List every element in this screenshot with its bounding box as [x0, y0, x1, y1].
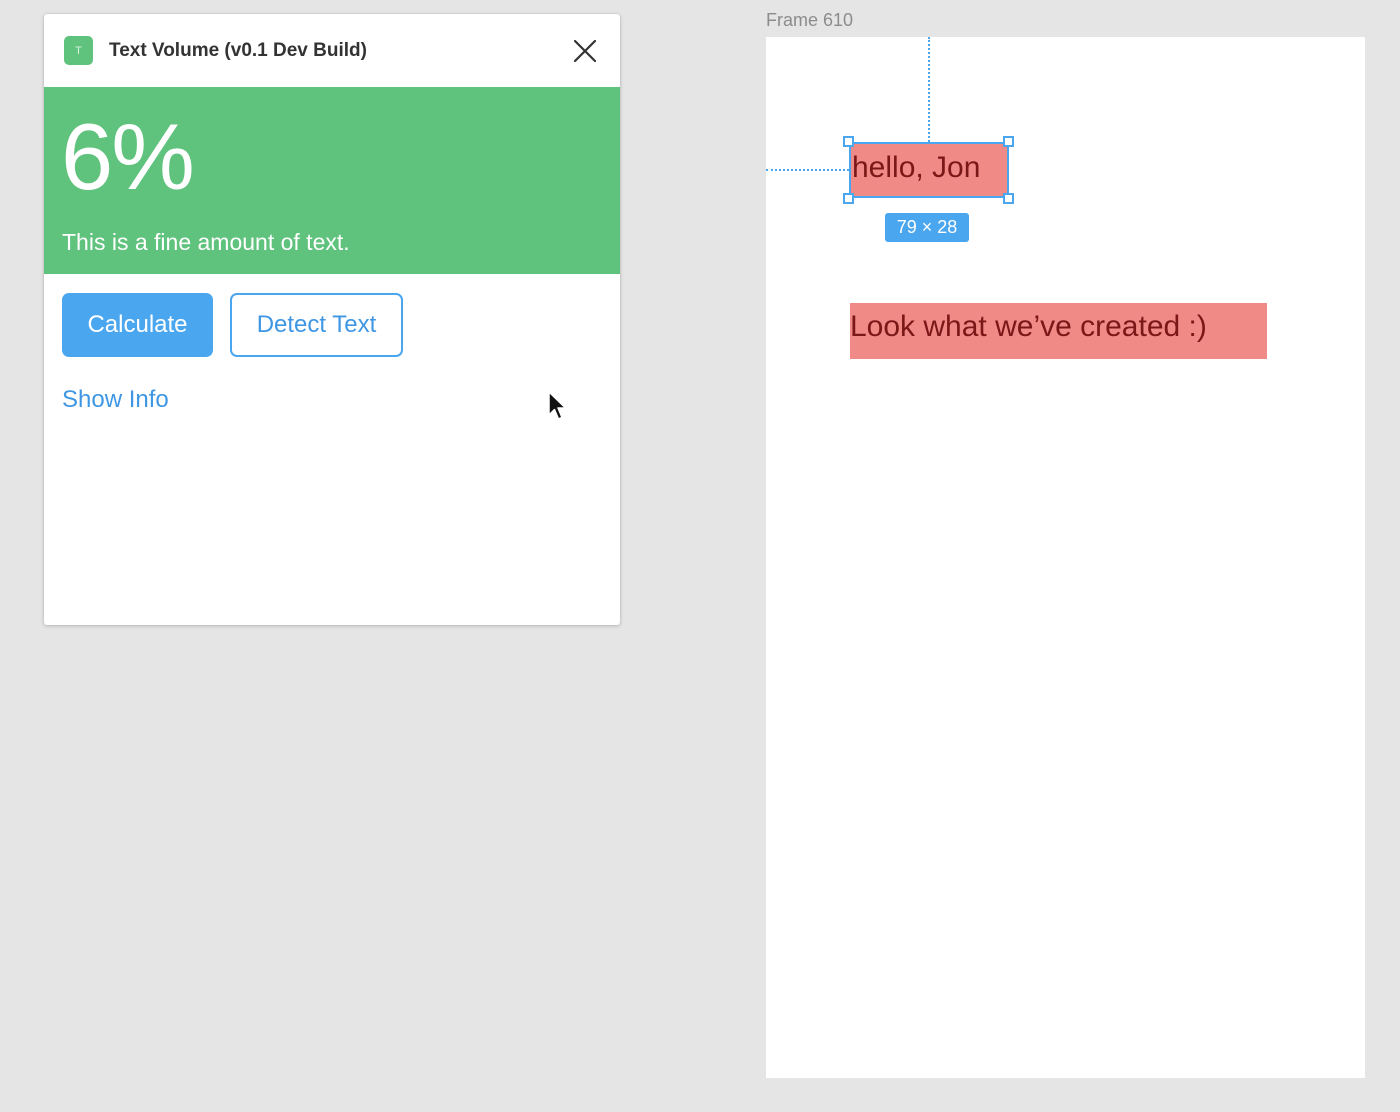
plugin-title: Text Volume (v0.1 Dev Build) — [109, 39, 367, 61]
selection-size-badge: 79 × 28 — [885, 213, 969, 242]
text-volume-percent: 6% — [61, 104, 195, 209]
spacing-guide-horizontal — [766, 169, 849, 171]
resize-handle-bottom-right[interactable] — [1003, 193, 1014, 204]
spacing-guide-vertical — [928, 37, 930, 142]
calculate-button[interactable]: Calculate — [62, 293, 213, 357]
close-icon — [573, 39, 597, 63]
text-layer-look-what[interactable]: Look what we’ve created :) — [850, 303, 1267, 359]
action-buttons: Calculate Detect Text — [62, 293, 403, 357]
result-panel: 6% This is a fine amount of text. — [44, 87, 620, 274]
show-info-link[interactable]: Show Info — [62, 386, 169, 414]
resize-handle-top-right[interactable] — [1003, 136, 1014, 147]
plugin-window: T Text Volume (v0.1 Dev Build) 6% This i… — [44, 14, 620, 625]
plugin-app-icon: T — [64, 36, 93, 65]
frame-label[interactable]: Frame 610 — [766, 10, 853, 31]
plugin-icon-letter: T — [75, 44, 82, 57]
mouse-cursor-icon — [548, 391, 567, 420]
result-message: This is a fine amount of text. — [62, 229, 350, 255]
plugin-header: T Text Volume (v0.1 Dev Build) — [44, 14, 620, 87]
resize-handle-top-left[interactable] — [843, 136, 854, 147]
detect-text-button[interactable]: Detect Text — [230, 293, 403, 357]
close-button[interactable] — [572, 38, 598, 64]
text-layer-hello-jon[interactable]: hello, Jon — [849, 142, 1009, 198]
resize-handle-bottom-left[interactable] — [843, 193, 854, 204]
